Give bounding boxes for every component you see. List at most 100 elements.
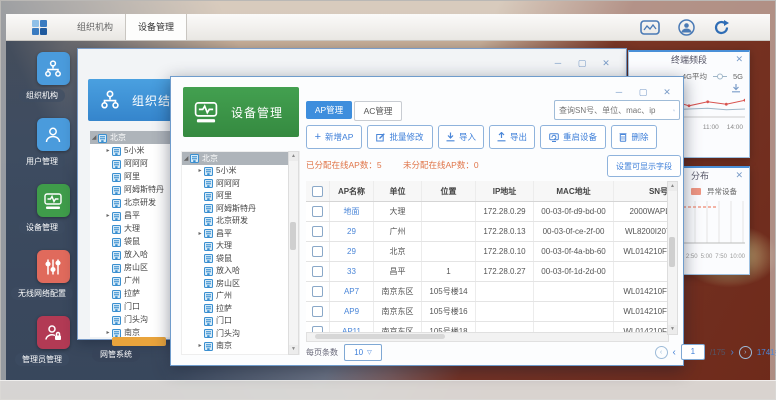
tab-ap-management[interactable]: AP管理 — [306, 101, 352, 119]
table-cell: 00-03-0f-d9-bd-00 — [534, 202, 614, 221]
tree-item-label: 北京研发 — [124, 197, 156, 208]
first-page-button[interactable]: ‹ — [655, 346, 668, 359]
table-row[interactable]: 29北京172.28.0.1000-03-0f-4a-bb-60WL014210… — [306, 242, 676, 262]
tree-caret-icon[interactable]: ▸ — [196, 230, 204, 237]
search-input[interactable] — [555, 106, 673, 115]
display-fields-button[interactable]: 设置可显示字段 — [607, 155, 681, 177]
row-checkbox[interactable] — [312, 246, 323, 257]
scroll-down-icon[interactable]: ▼ — [289, 345, 298, 354]
account-icon[interactable] — [678, 19, 695, 36]
tree-item[interactable]: 袋鼠 — [182, 252, 299, 265]
refresh-icon[interactable] — [713, 19, 730, 36]
select-all-checkbox[interactable] — [312, 186, 323, 197]
tree-caret-icon[interactable]: ◢ — [90, 134, 98, 141]
page-total: /175 — [710, 348, 726, 357]
row-checkbox[interactable] — [312, 306, 323, 317]
tree-item-label: 5小米 — [216, 165, 236, 176]
tree-caret-icon[interactable]: ▸ — [104, 212, 112, 219]
table-cell — [534, 302, 614, 321]
export-icon — [497, 132, 506, 142]
x-tick-label: 11:00 — [703, 124, 719, 131]
row-checkbox[interactable] — [312, 266, 323, 277]
tree-root-item[interactable]: ◢北京 — [182, 152, 299, 165]
reboot-device-button[interactable]: 重启设备 — [540, 125, 606, 149]
table-row[interactable]: 29广州172.28.0.1300-03-0f-ce-2f-00WL8200I2… — [306, 222, 676, 242]
table-vscrollbar[interactable]: ▲ ▼ — [667, 181, 678, 335]
panel-title: 终端频段 — [629, 52, 749, 69]
import-button[interactable]: 导入 — [438, 125, 484, 149]
hscroll-thumb[interactable] — [315, 334, 445, 339]
tree-scrollbar[interactable]: ▲ ▼ — [288, 151, 299, 355]
delete-button[interactable]: 删除 — [611, 125, 657, 149]
sidebar-item-admins[interactable]: 管理员管理 — [6, 316, 78, 366]
tree-item[interactable]: 拉萨 — [182, 302, 299, 315]
close-icon[interactable]: ✕ — [735, 54, 743, 65]
scroll-up-icon[interactable]: ▲ — [668, 182, 677, 191]
export-button[interactable]: 导出 — [489, 125, 535, 149]
table-row[interactable]: AP7南京东区105号楼14WL014210F328000 — [306, 282, 676, 302]
tree-item[interactable]: 阿姆斯特丹 — [182, 202, 299, 215]
search-icon[interactable] — [673, 105, 675, 116]
table-row[interactable]: AP9南京东区105号楼16WL014210F328000 — [306, 302, 676, 322]
top-menubar: 组织机构 设备管理 — [6, 14, 770, 41]
sidebar-item-devices[interactable]: 设备管理 — [6, 184, 78, 234]
tab-device-management[interactable]: 设备管理 — [125, 14, 187, 40]
tree-item-label: 门头沟 — [216, 328, 240, 339]
maximize-button[interactable]: ▢ — [576, 57, 588, 69]
scroll-up-icon[interactable]: ▲ — [289, 152, 298, 161]
table-row[interactable]: 33昌平1172.28.0.2700-03-0f-1d-2d-00 — [306, 262, 676, 282]
tree-item[interactable]: 阿阿阿 — [182, 177, 299, 190]
per-page-select[interactable]: 10 ▽ — [344, 344, 382, 361]
chart-icon[interactable] — [640, 20, 660, 35]
tree-item[interactable]: 阿里 — [182, 190, 299, 203]
next-page-button[interactable]: › — [730, 347, 733, 358]
tree-item-label: 北京研发 — [216, 215, 248, 226]
row-checkbox[interactable] — [312, 226, 323, 237]
table-cell: AP9 — [330, 302, 374, 321]
sidebar-item-wireless-config[interactable]: 无线网络配置 — [6, 250, 78, 300]
scroll-down-icon[interactable]: ▼ — [668, 325, 677, 334]
minimize-button[interactable]: ─ — [552, 57, 564, 69]
table-cell — [534, 282, 614, 301]
tree-caret-icon[interactable]: ▸ — [196, 167, 204, 174]
tree-item[interactable]: 放入哈 — [182, 265, 299, 278]
tree-item[interactable]: ▸南京 — [182, 340, 299, 353]
tree-item[interactable]: 北京研发 — [182, 215, 299, 228]
table-cell — [422, 202, 476, 221]
table-hscrollbar[interactable] — [306, 332, 669, 342]
sidebar-item-org[interactable]: 组织机构 — [6, 52, 78, 102]
close-button[interactable]: ✕ — [661, 86, 673, 98]
close-icon[interactable]: ✕ — [735, 170, 743, 181]
tree-caret-icon[interactable]: ▸ — [196, 342, 204, 349]
row-checkbox[interactable] — [312, 286, 323, 297]
tree-item[interactable]: 门口 — [182, 315, 299, 328]
tree-caret-icon[interactable]: ▸ — [104, 329, 112, 336]
tree-caret-icon[interactable]: ▸ — [104, 147, 112, 154]
table-row[interactable]: 地面大理172.28.0.2900-03-0f-d9-bd-002000WAPL… — [306, 202, 676, 222]
last-page-button[interactable]: › — [739, 346, 752, 359]
add-ap-button[interactable]: + 新增AP — [306, 125, 362, 149]
tree-item[interactable]: 门头沟 — [182, 327, 299, 340]
maximize-button[interactable]: ▢ — [637, 86, 649, 98]
tree-item-label: 房山区 — [124, 262, 148, 273]
row-checkbox[interactable] — [312, 206, 323, 217]
table-cell: 00-03-0f-1d-2d-00 — [534, 262, 614, 281]
banner-title: 设备管理 — [231, 104, 283, 121]
tree-item[interactable]: 房山区 — [182, 277, 299, 290]
page-number-input[interactable]: 1 — [681, 344, 705, 360]
tree-item[interactable]: 大理 — [182, 240, 299, 253]
batch-edit-button[interactable]: 批量修改 — [367, 125, 433, 149]
sidebar-item-users[interactable]: 用户管理 — [6, 118, 78, 168]
tree-item[interactable]: ▸昌平 — [182, 227, 299, 240]
close-button[interactable]: ✕ — [600, 57, 612, 69]
tree-item[interactable]: ▸ 5小米 — [182, 165, 299, 178]
tree-item[interactable]: 广州 — [182, 290, 299, 303]
prev-page-button[interactable]: ‹ — [673, 347, 676, 358]
tab-org-structure[interactable]: 组织机构 — [65, 14, 125, 40]
org-tree-front: ◢北京 ▸ 5小米阿阿阿阿里阿姆斯特丹北京研发▸昌平大理袋鼠放入哈房山区广州拉萨门口… — [181, 151, 300, 355]
tab-ac-management[interactable]: AC管理 — [354, 101, 402, 121]
tree-caret-icon[interactable]: ◢ — [182, 155, 190, 162]
app-logo-icon — [32, 20, 47, 35]
minimize-button[interactable]: ─ — [613, 86, 625, 98]
download-icon[interactable] — [731, 83, 741, 93]
